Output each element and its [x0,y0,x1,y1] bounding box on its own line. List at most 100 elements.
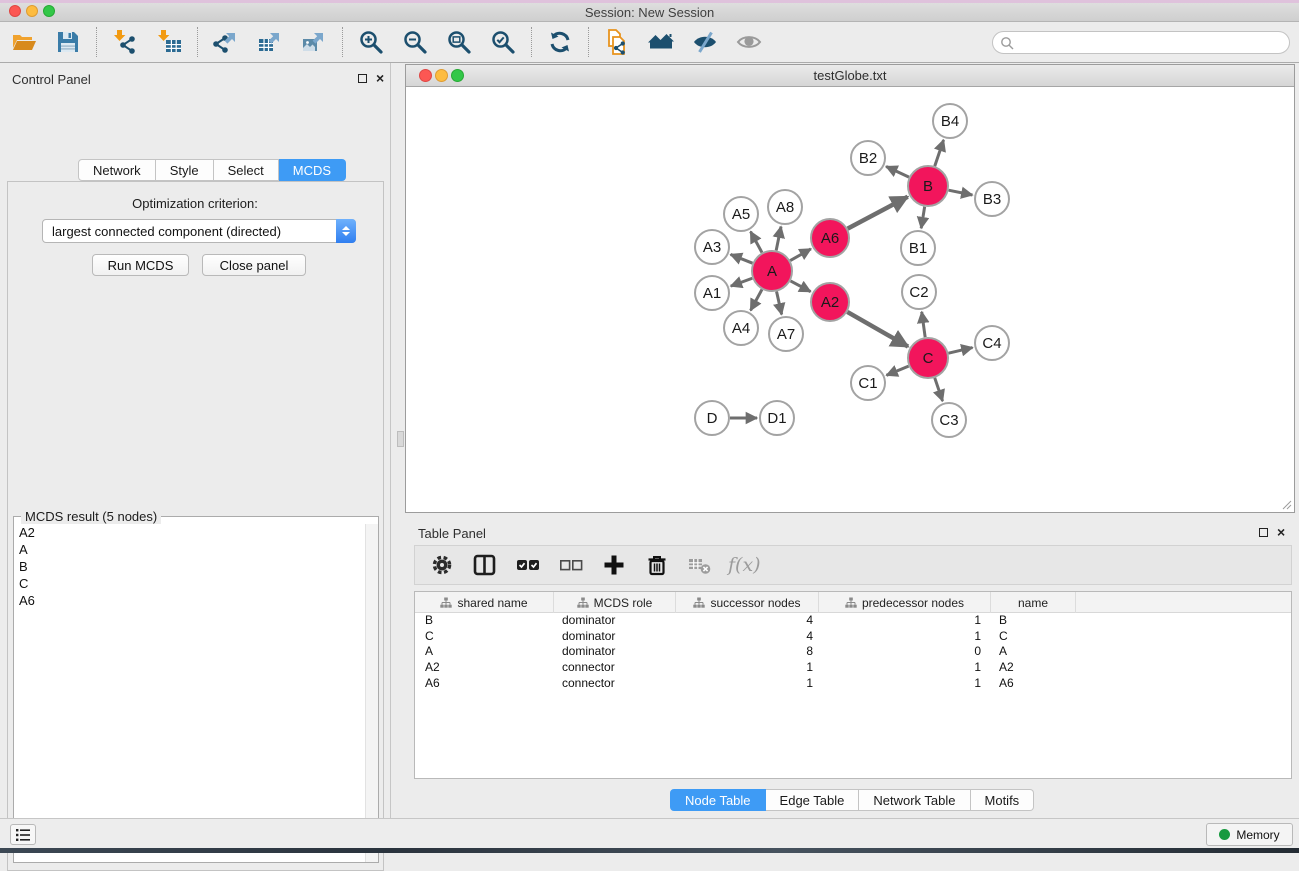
cell-successor-nodes[interactable]: 8 [676,644,819,660]
edge-A-A8[interactable] [776,227,781,251]
edge-C-C2[interactable] [922,312,925,337]
cell-successor-nodes[interactable]: 1 [676,660,819,676]
cell-shared-name[interactable]: C [415,629,554,645]
delete-table-button[interactable] [685,550,715,580]
tab-style[interactable]: Style [156,159,214,181]
cell-predecessor-nodes[interactable]: 1 [819,629,991,645]
node-A6[interactable]: A6 [811,219,849,257]
node-A7[interactable]: A7 [769,317,803,351]
mcds-result-item[interactable]: B [14,558,364,575]
tab-edge-table[interactable]: Edge Table [766,789,860,811]
edge-A6-B[interactable] [848,197,908,229]
edge-B-B3[interactable] [949,190,973,195]
zoom-out-button[interactable] [399,26,431,58]
cell-name[interactable]: C [991,629,1076,645]
cell-shared-name[interactable]: A [415,644,554,660]
edge-C-C4[interactable] [948,348,972,354]
tab-mcds[interactable]: MCDS [279,159,346,181]
deselect-all-button[interactable] [556,550,586,580]
home-button[interactable] [645,26,677,58]
float-panel-icon[interactable] [1259,528,1268,537]
cell-MCDS-role[interactable]: dominator [554,629,676,645]
export-table-button[interactable] [254,26,286,58]
cell-predecessor-nodes[interactable]: 1 [819,676,991,692]
criterion-dropdown[interactable]: largest connected component (directed) [42,219,356,243]
cell-successor-nodes[interactable]: 4 [676,613,819,629]
close-panel-button[interactable]: Close panel [202,254,306,276]
cell-shared-name[interactable]: A6 [415,676,554,692]
cell-MCDS-role[interactable]: dominator [554,644,676,660]
splitter-handle-left[interactable] [397,431,404,447]
export-network-button[interactable] [210,26,242,58]
cell-MCDS-role[interactable]: dominator [554,613,676,629]
edge-A2-C[interactable] [847,312,908,347]
tab-select[interactable]: Select [214,159,279,181]
show-graphics-details-button[interactable] [733,26,765,58]
mcds-result-item[interactable]: C [14,575,364,592]
cell-successor-nodes[interactable]: 4 [676,629,819,645]
hide-graphics-details-button[interactable] [689,26,721,58]
resize-grip-icon[interactable] [1280,498,1292,510]
table-row[interactable]: Cdominator41C [415,629,1291,645]
node-B4[interactable]: B4 [933,104,967,138]
tab-node-table[interactable]: Node Table [670,789,766,811]
cell-shared-name[interactable]: A2 [415,660,554,676]
edge-B-B4[interactable] [935,140,944,166]
zoom-fit-button[interactable] [443,26,475,58]
mcds-result-item[interactable]: A [14,541,364,558]
task-history-button[interactable] [10,824,36,845]
edge-A-A6[interactable] [790,249,811,261]
column-header-name[interactable]: name [991,592,1076,613]
edge-A-A7[interactable] [777,291,782,314]
cell-predecessor-nodes[interactable]: 1 [819,613,991,629]
node-C1[interactable]: C1 [851,366,885,400]
network-graph-canvas[interactable]: AA1A2A3A4A5A6A7A8BB1B2B3B4CC1C2C3C4DD1 [406,87,1294,512]
cell-predecessor-nodes[interactable]: 1 [819,660,991,676]
node-B2[interactable]: B2 [851,141,885,175]
edge-B-B2[interactable] [886,166,909,177]
add-column-button[interactable] [599,550,629,580]
column-header-successor-nodes[interactable]: successor nodes [676,592,819,613]
cell-name[interactable]: A [991,644,1076,660]
run-mcds-button[interactable]: Run MCDS [92,254,189,276]
close-panel-icon[interactable]: × [376,74,384,83]
mcds-result-item[interactable]: A6 [14,592,364,609]
import-table-button[interactable] [153,26,185,58]
export-image-button[interactable] [298,26,330,58]
node-C[interactable]: C [908,338,948,378]
node-B3[interactable]: B3 [975,182,1009,216]
node-D1[interactable]: D1 [760,401,794,435]
float-panel-icon[interactable] [358,74,367,83]
mcds-result-item[interactable]: A2 [14,524,364,541]
table-row[interactable]: A2connector11A2 [415,660,1291,676]
search-input[interactable] [1014,34,1289,52]
memory-button[interactable]: Memory [1206,823,1293,846]
import-network-button[interactable] [109,26,141,58]
edge-A-A2[interactable] [791,281,811,292]
node-C2[interactable]: C2 [902,275,936,309]
select-all-button[interactable] [513,550,543,580]
zoom-selected-button[interactable] [487,26,519,58]
cell-name[interactable]: A2 [991,660,1076,676]
tab-motifs[interactable]: Motifs [971,789,1035,811]
table-row[interactable]: A6connector11A6 [415,676,1291,692]
node-A2[interactable]: A2 [811,283,849,321]
cell-shared-name[interactable]: B [415,613,554,629]
save-session-button[interactable] [52,26,84,58]
node-C3[interactable]: C3 [932,403,966,437]
search-box[interactable] [992,31,1290,54]
refresh-button[interactable] [544,26,576,58]
cell-name[interactable]: A6 [991,676,1076,692]
node-A3[interactable]: A3 [695,230,729,264]
edge-C-C1[interactable] [886,366,908,375]
delete-column-button[interactable] [642,550,672,580]
table-row[interactable]: Adominator80A [415,644,1291,660]
column-chooser-button[interactable] [470,550,500,580]
close-panel-icon[interactable]: × [1277,528,1285,537]
column-header-shared-name[interactable]: shared name [415,592,554,613]
cell-predecessor-nodes[interactable]: 0 [819,644,991,660]
edge-A-A5[interactable] [751,232,762,253]
function-builder-button[interactable]: f(x) [728,554,761,576]
clone-network-button[interactable] [601,26,633,58]
node-A5[interactable]: A5 [724,197,758,231]
